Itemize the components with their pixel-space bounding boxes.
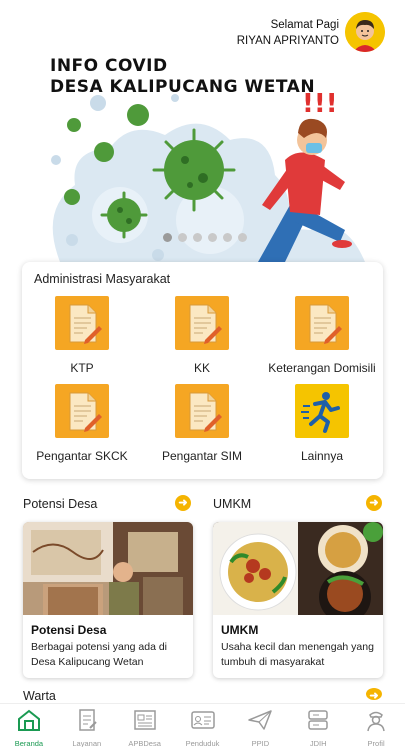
nav-item-profil[interactable]: Profil [347, 704, 405, 747]
bottom-navigation: Beranda Layanan APBDesa Penduduk PPID JD… [0, 703, 405, 747]
umkm-image [213, 522, 383, 615]
section-header-warta: Warta [23, 689, 56, 703]
nav-label: JDIH [309, 739, 327, 747]
carousel-dot[interactable] [163, 233, 172, 242]
nav-item-layanan[interactable]: Layanan [58, 704, 116, 747]
document-icon [175, 384, 229, 438]
section-header-umkm: UMKM [213, 497, 252, 511]
nav-label: APBDesa [128, 739, 161, 747]
nav-item-apbdesa[interactable]: APBDesa [116, 704, 174, 747]
carousel-dot[interactable] [208, 233, 217, 242]
nav-label: PPID [251, 739, 270, 747]
carousel-dot[interactable] [238, 233, 247, 242]
app-screen: { "header": { "greeting": "Selamat Pagi"… [0, 0, 405, 747]
nav-item-ppid[interactable]: PPID [231, 704, 289, 747]
service-label: KTP [70, 361, 94, 375]
service-pengantar-sim[interactable]: Pengantar SIM [142, 384, 262, 463]
carousel-dot[interactable] [223, 233, 232, 242]
nav-label: Beranda [14, 739, 44, 747]
user-avatar-icon [345, 12, 385, 52]
nav-label: Profil [367, 739, 385, 747]
server-icon [308, 710, 328, 730]
id-card-icon [190, 711, 215, 729]
banner-title-line2: DESA KALIPUCANG WETAN [50, 77, 316, 97]
service-label: KK [193, 361, 210, 375]
service-lainnya[interactable]: Lainnya [262, 384, 382, 463]
document-icon [295, 296, 349, 350]
user-name: RIYAN APRIYANTO [236, 35, 339, 47]
service-kk[interactable]: KK [142, 296, 262, 375]
service-label: Keterangan Domisili [268, 361, 376, 375]
form-icon [79, 709, 97, 731]
arrow-right-icon: ➜ [369, 690, 379, 702]
warta-more-button[interactable]: ➜ [366, 688, 382, 702]
avatar[interactable] [345, 12, 385, 52]
officer-icon [367, 711, 385, 732]
service-pengantar-skck[interactable]: Pengantar SKCK [22, 384, 142, 463]
nav-item-beranda[interactable]: Beranda [0, 704, 58, 747]
admin-services-card: Administrasi Masyarakat KTP KK Keteranga… [22, 262, 383, 479]
carousel-dots[interactable] [163, 233, 247, 242]
nav-item-penduduk[interactable]: Penduduk [174, 704, 232, 747]
document-icon [55, 384, 109, 438]
arrow-right-icon: ➜ [369, 497, 379, 509]
umkm-more-button[interactable]: ➜ [366, 495, 382, 511]
potensi-image [23, 522, 193, 615]
running-person-icon [295, 384, 349, 438]
banner-title-line1: INFO COVID [50, 56, 168, 76]
banner-title: INFO COVID DESA KALIPUCANG WETAN [50, 56, 315, 98]
service-keterangan-domisili[interactable]: Keterangan Domisili [262, 296, 382, 375]
potensi-card-desc: Berbagai potensi yang ada di Desa Kalipu… [31, 641, 168, 668]
service-label: Pengantar SKCK [36, 449, 128, 463]
service-label: Pengantar SIM [161, 449, 243, 463]
nav-label: Penduduk [185, 739, 220, 747]
section-header-potensi: Potensi Desa [23, 497, 98, 511]
potensi-card-title: Potensi Desa [31, 623, 107, 637]
carousel-dot[interactable] [193, 233, 202, 242]
arrow-right-icon: ➜ [178, 497, 188, 509]
potensi-more-button[interactable]: ➜ [175, 495, 191, 511]
document-icon [175, 296, 229, 350]
home-icon [17, 709, 40, 731]
greeting-text: Selamat Pagi [270, 19, 339, 31]
nav-label: Layanan [72, 739, 102, 747]
greeting-block: Selamat Pagi RIYAN APRIYANTO [237, 17, 339, 49]
send-icon [248, 710, 273, 730]
potensi-card[interactable]: Potensi Desa Berbagai potensi yang ada d… [23, 522, 193, 678]
document-icon [55, 296, 109, 350]
service-ktp[interactable]: KTP [22, 296, 142, 375]
umkm-card[interactable]: UMKM Usaha kecil dan menengah yang tumbu… [213, 522, 383, 678]
umkm-card-desc: Usaha kecil dan menengah yang tumbuh di … [221, 641, 374, 668]
umkm-card-title: UMKM [221, 623, 259, 637]
carousel-dot[interactable] [178, 233, 187, 242]
admin-title: Administrasi Masyarakat [34, 272, 171, 286]
report-icon [133, 710, 156, 730]
nav-item-jdih[interactable]: JDIH [289, 704, 347, 747]
service-label: Lainnya [300, 449, 344, 463]
